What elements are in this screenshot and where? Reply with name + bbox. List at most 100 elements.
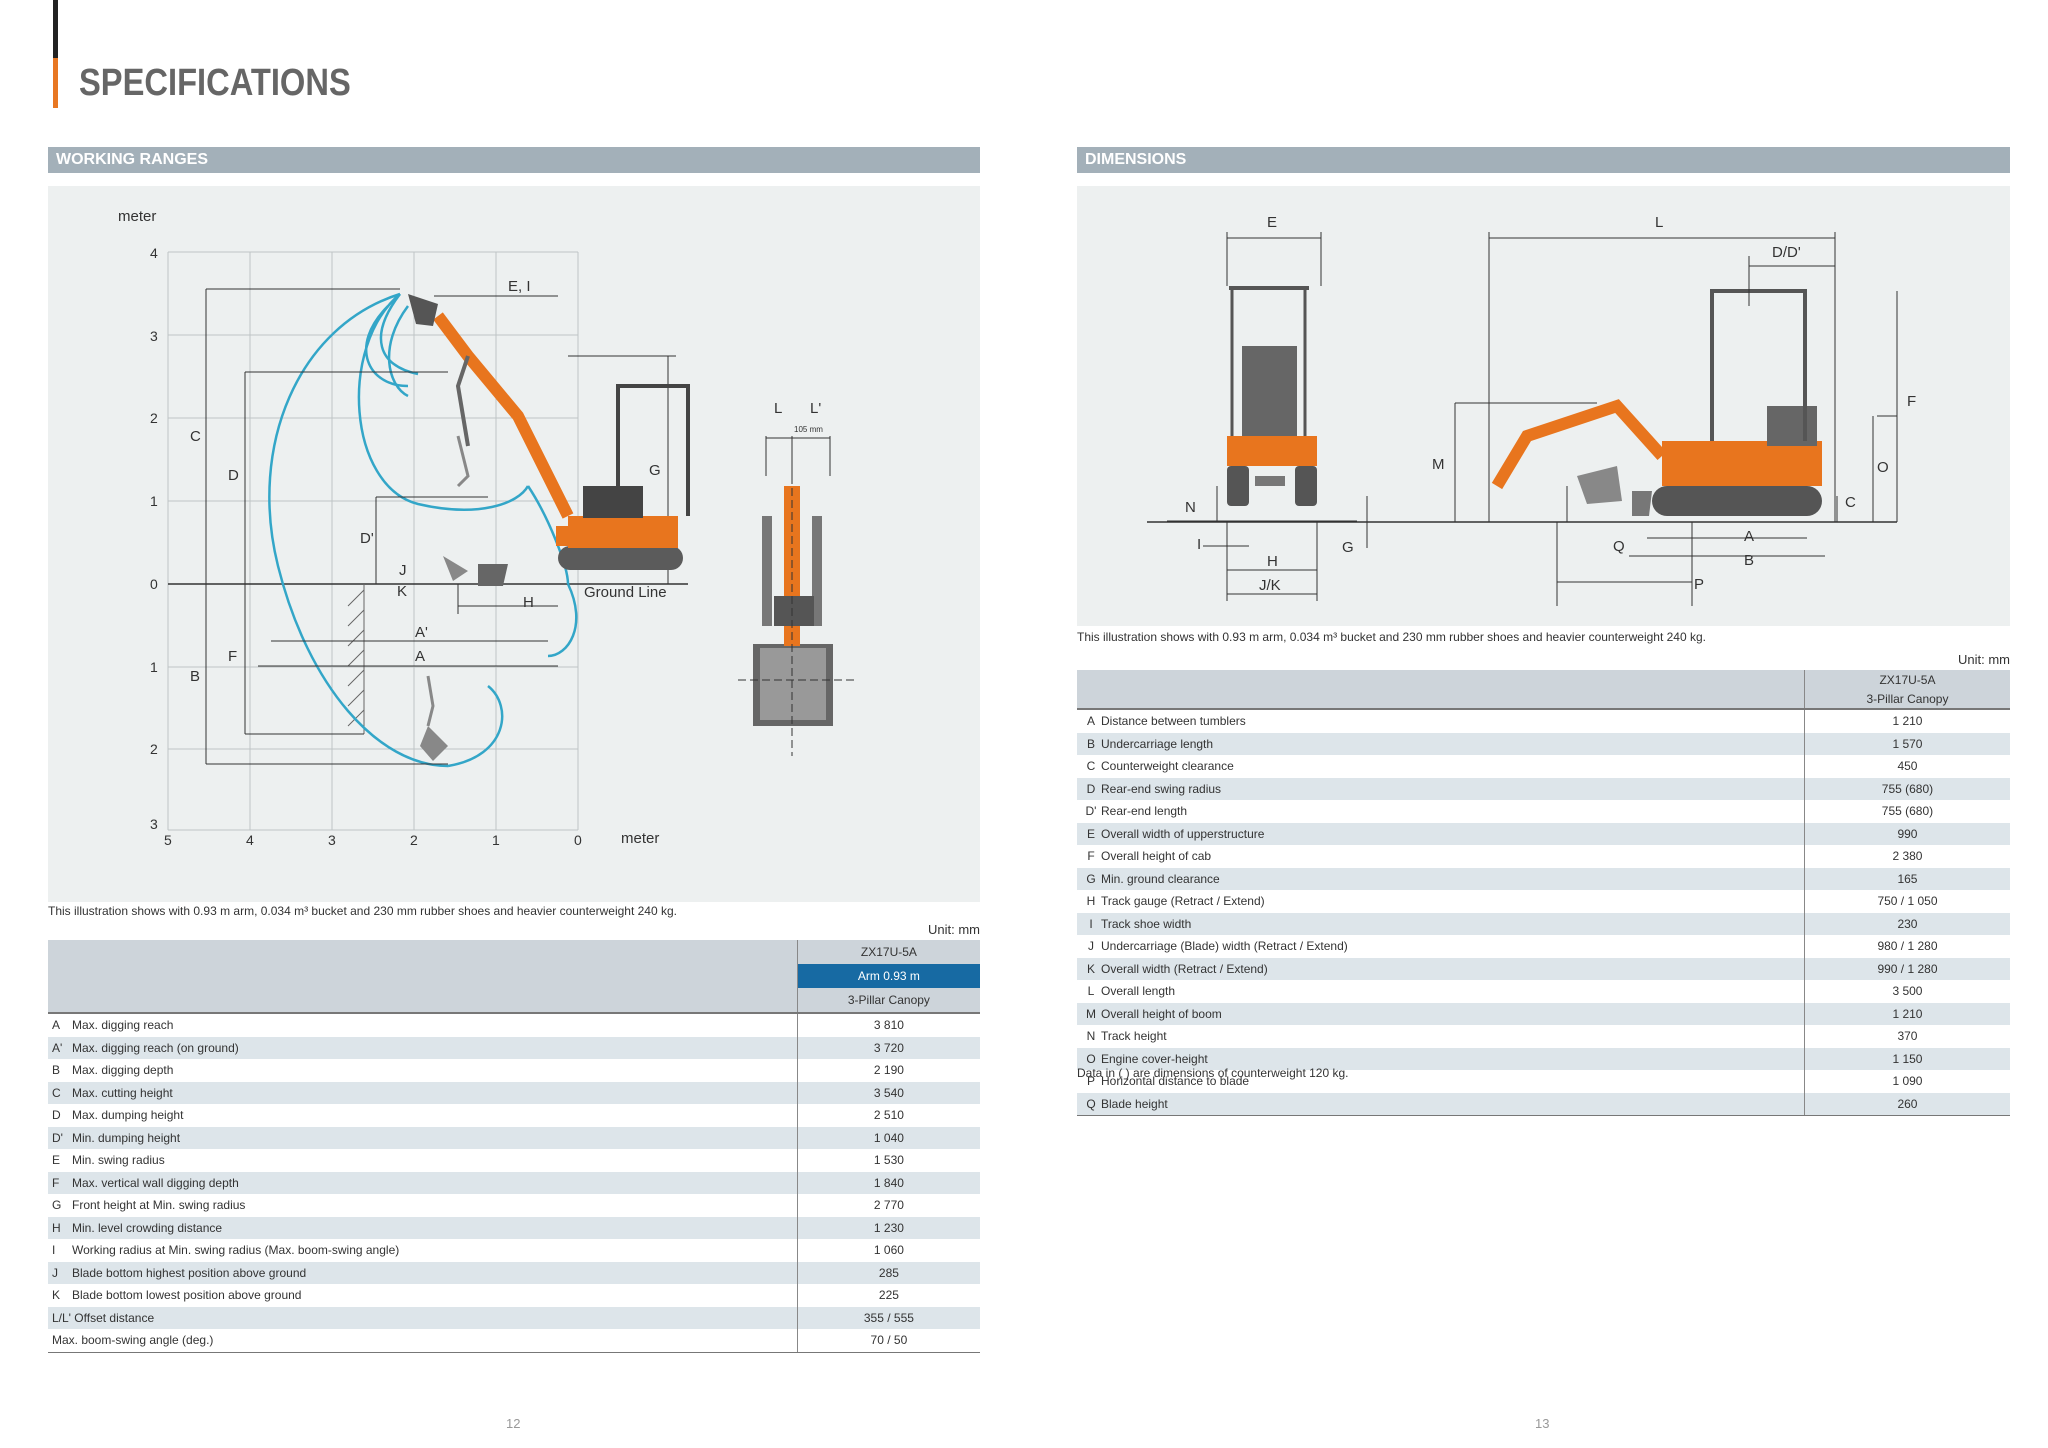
dimensions-table: ZX17U-5A 3-Pillar Canopy A Distance betwe…: [1077, 670, 2010, 1116]
dimensions-diagram: E N I G H J/K L D/D' F M O C Q A B P: [1077, 186, 2010, 626]
table-row: G Front height at Min. swing radius 2 770: [48, 1194, 980, 1217]
y-tick-neg1: 1: [150, 659, 158, 675]
dim-label-EI: E, I: [508, 278, 531, 295]
table-row: B Max. digging depth 2 190: [48, 1059, 980, 1082]
offset-label-L: L: [774, 400, 783, 417]
dim-label-Dprime: D': [360, 530, 374, 547]
table-row: D' Min. dumping height 1 040: [48, 1126, 980, 1149]
x-unit-label: meter: [621, 830, 660, 847]
dim-label-G: G: [649, 462, 661, 479]
working-ranges-table: ZX17U-5A Arm 0.93 m 3-Pillar Canopy A Max…: [48, 940, 980, 1353]
table-row: A Max. digging reach 3 810: [48, 1013, 980, 1037]
dim-label-K: K: [397, 583, 408, 600]
working-ranges-note: This illustration shows with 0.93 m arm,…: [48, 904, 677, 918]
dim-label-M: M: [1432, 456, 1445, 473]
table-row: D Rear-end swing radius 755 (680): [1077, 777, 2010, 800]
dim-label-F: F: [228, 648, 238, 665]
table-row: C Counterweight clearance 450: [1077, 755, 2010, 778]
dimensions-unit: Unit: mm: [1958, 652, 2010, 667]
x-tick-5: 5: [164, 832, 172, 848]
table-row: I Working radius at Min. swing radius (Ma…: [48, 1239, 980, 1262]
table-row: A' Max. digging reach (on ground) 3 720: [48, 1036, 980, 1059]
table-row: B Undercarriage length 1 570: [1077, 732, 2010, 755]
table-row: L/L' Offset distance 355 / 555: [48, 1306, 980, 1329]
page-number-right: 13: [1535, 1416, 1550, 1431]
dim-label-N: N: [1185, 499, 1196, 516]
table-row: H Min. level crowding distance 1 230: [48, 1216, 980, 1239]
dim-label-F: F: [1907, 393, 1917, 410]
table-header-arm: Arm 0.93 m: [797, 964, 980, 988]
dim-label-D: D: [228, 467, 239, 484]
dim-label-JK: J/K: [1259, 577, 1281, 594]
dim-label-J: J: [399, 562, 407, 579]
x-tick-3: 3: [328, 832, 336, 848]
table-row: M Overall height of boom 1 210: [1077, 1002, 2010, 1025]
table-row: C Max. cutting height 3 540: [48, 1081, 980, 1104]
table-header-canopy: 3-Pillar Canopy: [797, 988, 980, 1014]
table-header-model: ZX17U-5A: [1804, 670, 2010, 689]
table-row: F Max. vertical wall digging depth 1 840: [48, 1171, 980, 1194]
offset-label-Lprime: L': [810, 400, 822, 417]
dimensions-note: This illustration shows with 0.93 m arm,…: [1077, 630, 1706, 644]
dim-label-Aprime: A': [415, 624, 428, 641]
dim-label-P: P: [1694, 576, 1705, 593]
dim-label-C: C: [190, 428, 201, 445]
table-row: F Overall height of cab 2 380: [1077, 845, 2010, 868]
dim-label-O: O: [1877, 459, 1889, 476]
table-row: Max. boom-swing angle (deg.) 70 / 50: [48, 1329, 980, 1353]
y-tick-3: 3: [150, 328, 158, 344]
dim-label-A: A: [1744, 528, 1755, 545]
dim-label-B: B: [1744, 552, 1755, 569]
title-accent-bar: [53, 0, 58, 108]
table-row: I Track shoe width 230: [1077, 912, 2010, 935]
dim-label-B: B: [190, 668, 201, 685]
dim-label-C: C: [1845, 494, 1856, 511]
table-header-model: ZX17U-5A: [797, 940, 980, 964]
dim-label-H: H: [1267, 553, 1278, 570]
table-row: J Undercarriage (Blade) width (Retract / …: [1077, 935, 2010, 958]
table-row: J Blade bottom highest position above gro…: [48, 1261, 980, 1284]
table-row: H Track gauge (Retract / Extend) 750 / 1 0…: [1077, 890, 2010, 913]
table-row: A Distance between tumblers 1 210: [1077, 709, 2010, 733]
table-row: D Max. dumping height 2 510: [48, 1104, 980, 1127]
y-tick-0: 0: [150, 576, 158, 592]
table-row: L Overall length 3 500: [1077, 980, 2010, 1003]
table-header-blank: [1077, 670, 1805, 710]
dim-label-H: H: [523, 594, 534, 611]
dimensions-footnote: Data in ( ) are dimensions of counterwei…: [1077, 1066, 1349, 1080]
x-tick-1: 1: [492, 832, 500, 848]
table-row: K Overall width (Retract / Extend) 990 / 1…: [1077, 957, 2010, 980]
page-title: SPECIFICATIONS: [79, 62, 351, 104]
table-row: Q Blade height 260: [1077, 1092, 2010, 1116]
offset-label-105mm: 105 mm: [794, 425, 823, 434]
table-row: K Blade bottom lowest position above grou…: [48, 1284, 980, 1307]
y-tick-1: 1: [150, 493, 158, 509]
dim-label-E: E: [1267, 214, 1278, 231]
y-tick-neg3: 3: [150, 816, 158, 832]
dim-label-I: I: [1197, 536, 1202, 553]
x-tick-4: 4: [246, 832, 254, 848]
dim-label-L: L: [1655, 214, 1664, 231]
dim-label-Q: Q: [1613, 538, 1625, 555]
working-ranges-unit: Unit: mm: [928, 922, 980, 937]
ground-line-label: Ground Line: [584, 584, 667, 601]
dimensions-svg: [1147, 232, 1898, 606]
table-row: E Overall width of upperstructure 990: [1077, 822, 2010, 845]
x-tick-0: 0: [574, 832, 582, 848]
table-row: D' Rear-end length 755 (680): [1077, 800, 2010, 823]
dim-label-DDprime: D/D': [1772, 244, 1801, 261]
page-number-left: 12: [506, 1416, 521, 1431]
y-tick-2: 2: [150, 410, 158, 426]
x-tick-2: 2: [410, 832, 418, 848]
table-header-canopy: 3-Pillar Canopy: [1804, 689, 2010, 710]
dimensions-header: DIMENSIONS: [1077, 147, 2010, 173]
y-unit-label: meter: [118, 208, 157, 225]
working-ranges-header: WORKING RANGES: [48, 147, 980, 173]
table-row: G Min. ground clearance 165: [1077, 867, 2010, 890]
dim-label-A: A: [415, 648, 426, 665]
working-ranges-diagram: meter meter 4 3 2 1 0 1 2 3 5 4 3 2 1 0 …: [48, 186, 980, 902]
table-row: E Min. swing radius 1 530: [48, 1149, 980, 1172]
dim-label-G: G: [1342, 539, 1354, 556]
table-header-blank: [48, 940, 798, 1014]
y-tick-4: 4: [150, 245, 158, 261]
